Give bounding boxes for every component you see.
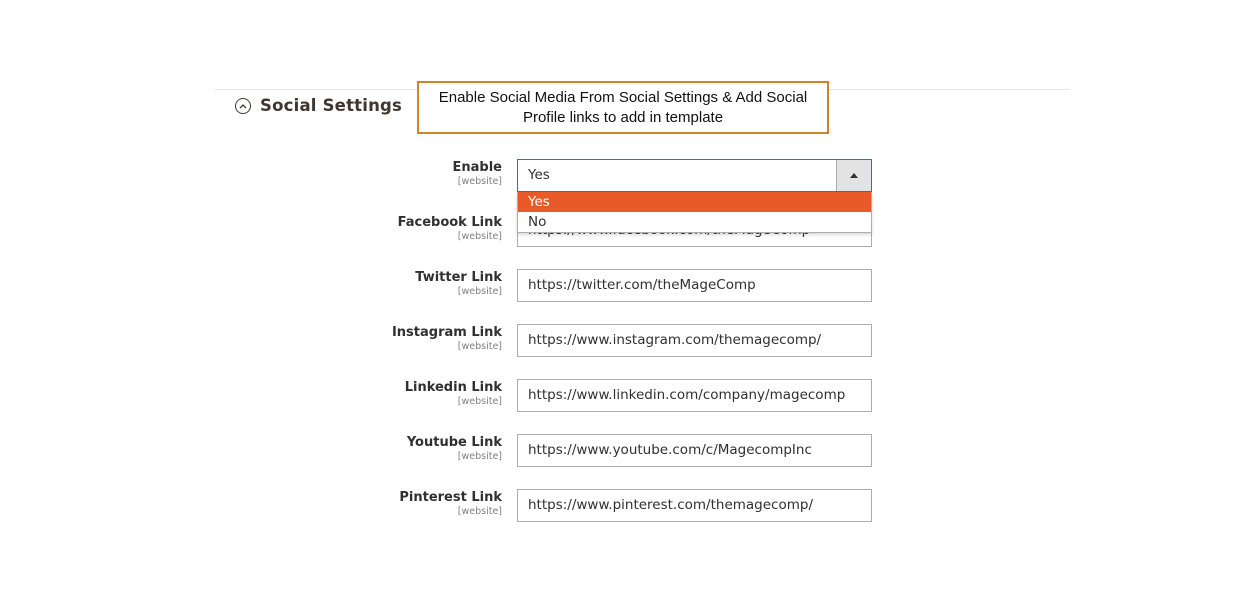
youtube-row: Youtube Link [website] https://www.youtu… (300, 434, 880, 474)
callout-line-2: Profile links to add in template (522, 109, 724, 126)
enable-select[interactable]: Yes (517, 159, 872, 192)
youtube-scope: [website] (457, 451, 502, 462)
youtube-label: Youtube Link (406, 435, 502, 450)
caret-up-icon (850, 173, 858, 178)
enable-label: Enable (452, 160, 503, 175)
enable-dropdown-list: Yes No (517, 192, 872, 233)
twitter-label: Twitter Link (415, 270, 502, 285)
enable-select-value: Yes (528, 167, 550, 183)
dropdown-option-no[interactable]: No (518, 212, 871, 232)
annotation-callout: Enable Social Media From Social Settings… (417, 81, 829, 134)
twitter-row: Twitter Link [website] https://twitter.c… (300, 269, 880, 309)
instagram-label: Instagram Link (391, 325, 502, 340)
section-title: Social Settings (260, 96, 403, 115)
dropdown-option-yes[interactable]: Yes (518, 192, 871, 212)
twitter-scope: [website] (457, 286, 502, 297)
instagram-scope: [website] (457, 341, 502, 352)
instagram-row: Instagram Link [website] https://www.ins… (300, 324, 880, 364)
instagram-link-input[interactable]: https://www.instagram.com/themagecomp/ (517, 324, 872, 357)
linkedin-label: Linkedin Link (404, 380, 502, 395)
select-arrow-button[interactable] (836, 160, 871, 191)
linkedin-link-input[interactable]: https://www.linkedin.com/company/magecom… (517, 379, 872, 412)
social-settings-section-toggle[interactable]: Social Settings (235, 96, 402, 115)
pinterest-label: Pinterest Link (399, 490, 502, 505)
callout-line-1: Enable Social Media From Social Settings… (438, 89, 808, 106)
chevron-up-circle-icon (235, 97, 251, 114)
youtube-link-input[interactable]: https://www.youtube.com/c/MagecompInc (517, 434, 872, 467)
pinterest-scope: [website] (457, 506, 502, 517)
twitter-link-input[interactable]: https://twitter.com/theMageComp (517, 269, 872, 302)
pinterest-row: Pinterest Link [website] https://www.pin… (300, 489, 880, 529)
linkedin-row: Linkedin Link [website] https://www.link… (300, 379, 880, 419)
facebook-scope: [website] (457, 231, 502, 242)
enable-scope: [website] (457, 176, 502, 187)
pinterest-link-input[interactable]: https://www.pinterest.com/themagecomp/ (517, 489, 872, 522)
facebook-label: Facebook Link (397, 215, 502, 230)
linkedin-scope: [website] (457, 396, 502, 407)
